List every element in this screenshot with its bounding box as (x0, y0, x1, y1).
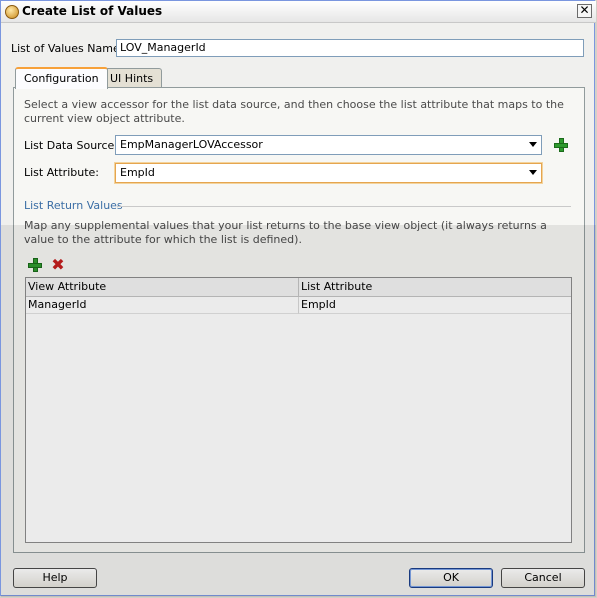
cancel-button[interactable]: Cancel (501, 568, 585, 588)
column-header-list-attribute[interactable]: List Attribute (299, 278, 571, 297)
add-data-source-button[interactable] (554, 138, 568, 152)
configuration-description: Select a view accessor for the list data… (24, 98, 564, 125)
lov-name-label: List of Values Name: (11, 42, 124, 55)
add-return-value-button[interactable] (28, 258, 42, 272)
list-data-source-value: EmpManagerLOVAccessor (120, 138, 263, 151)
table-row-view-attribute-cell[interactable]: ManagerId (26, 297, 299, 314)
list-attribute-label: List Attribute: (24, 166, 100, 179)
column-header-view-attribute[interactable]: View Attribute (26, 278, 299, 297)
tab-configuration[interactable]: Configuration (15, 67, 108, 89)
close-button[interactable]: ✕ (577, 4, 592, 18)
cancel-button-label: Cancel (524, 571, 562, 584)
delete-return-value-button[interactable]: ✖ (51, 257, 65, 273)
tab-ui-hints[interactable]: UI Hints (101, 68, 163, 88)
list-attribute-value: EmpId (120, 166, 155, 179)
title-bar: Create List of Values ✕ (1, 1, 596, 23)
dialog-icon (5, 5, 19, 19)
dialog-title: Create List of Values (22, 4, 163, 18)
list-data-source-label: List Data Source: (24, 139, 118, 152)
section-divider (117, 206, 571, 207)
create-list-of-values-dialog: Create List of Values ✕ List of Values N… (0, 0, 596, 597)
help-button-label: Help (42, 571, 68, 584)
table-row-list-attribute-cell[interactable]: EmpId (299, 297, 571, 314)
help-button[interactable]: Help (13, 568, 97, 588)
return-values-table: View Attribute List Attribute ManagerId … (25, 277, 572, 543)
chevron-down-icon (529, 142, 537, 147)
lov-name-input[interactable]: LOV_ManagerId (116, 39, 584, 57)
list-attribute-combo[interactable]: EmpId (115, 163, 542, 183)
return-values-description: Map any supplemental values that your li… (24, 219, 547, 246)
ok-button[interactable]: OK (409, 568, 493, 588)
ok-button-label: OK (443, 571, 459, 584)
chevron-down-icon (529, 170, 537, 175)
list-return-values-title: List Return Values (24, 199, 123, 212)
list-data-source-combo[interactable]: EmpManagerLOVAccessor (115, 135, 542, 155)
